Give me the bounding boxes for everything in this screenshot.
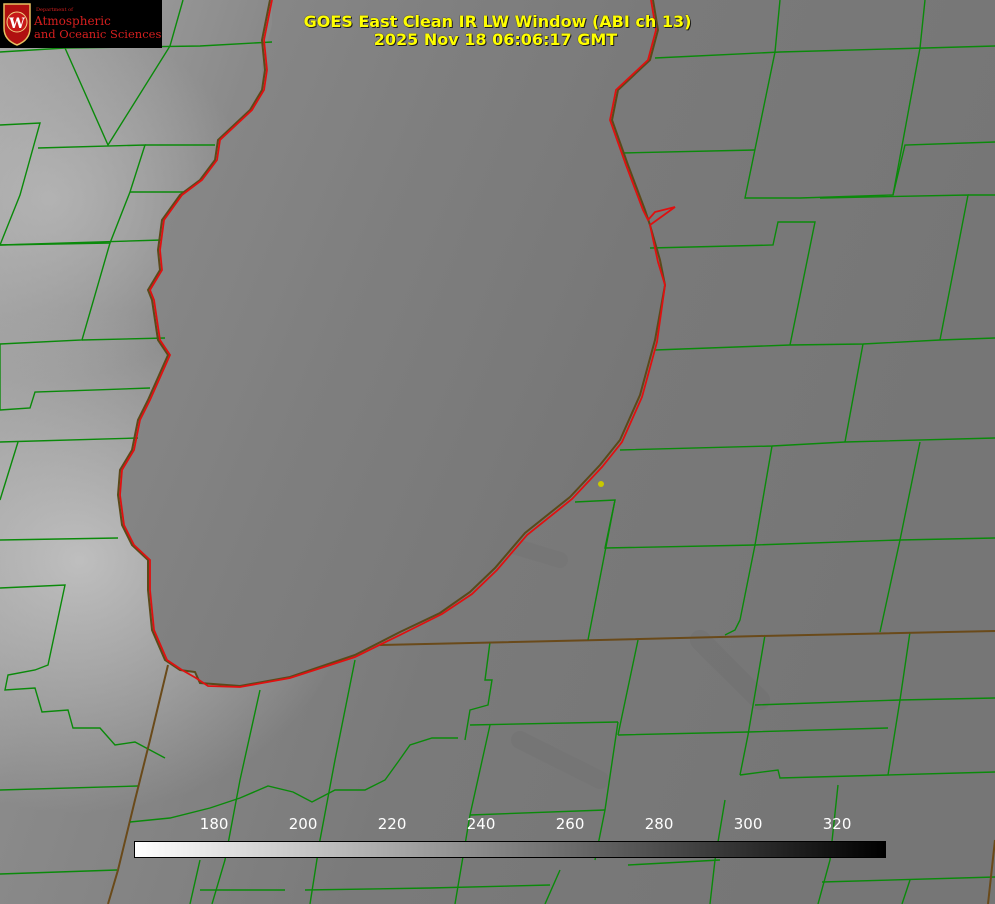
image-timestamp: 2025 Nov 18 06:06:17 GMT [373, 30, 618, 49]
image-title: GOES East Clean IR LW Window (ABI ch 13) [303, 12, 692, 31]
colorbar-tick-220: 220 [377, 815, 407, 833]
colorbar-tick-260: 260 [555, 815, 585, 833]
colorbar-tick-200: 200 [288, 815, 318, 833]
colorbar-tick-300: 300 [733, 815, 763, 833]
colorbar-tick-320: 320 [822, 815, 852, 833]
location-marker [598, 481, 604, 487]
colorbar [134, 841, 886, 858]
ir-satellite-image [0, 0, 995, 904]
satellite-map-view: W Department of Atmospheric and Oceanic … [0, 0, 995, 904]
colorbar-tick-240: 240 [466, 815, 496, 833]
colorbar-tick-180: 180 [199, 815, 229, 833]
colorbar-tick-280: 280 [644, 815, 674, 833]
